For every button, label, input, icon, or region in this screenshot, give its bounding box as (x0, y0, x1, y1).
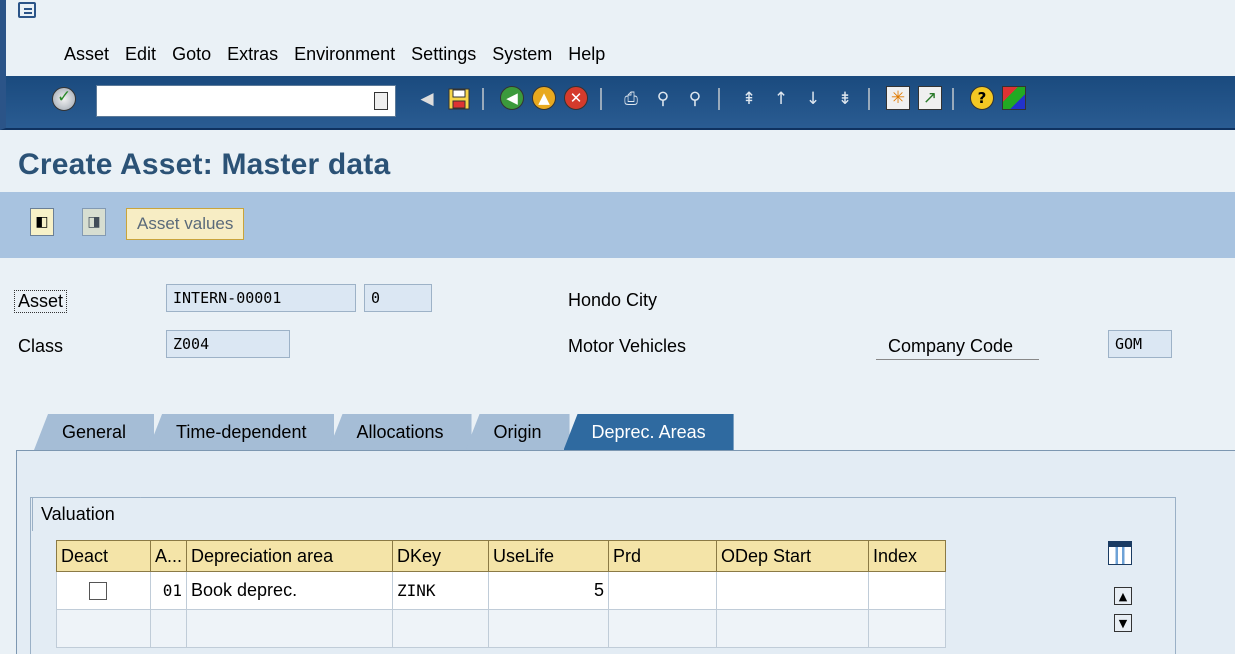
cancel-icon[interactable]: ✕ (564, 86, 588, 110)
company-code-field[interactable] (1108, 330, 1172, 358)
column-header-dkey[interactable]: DKey (392, 540, 488, 572)
menu-asset[interactable]: Asset (64, 44, 109, 65)
create-session-icon[interactable]: ✳ (886, 86, 910, 110)
table-row (56, 610, 946, 648)
command-field[interactable] (96, 85, 396, 117)
find-next-icon[interactable]: ⚲ (682, 86, 708, 112)
empty-cell (56, 610, 150, 648)
class-field[interactable] (166, 330, 290, 358)
deact-checkbox[interactable] (89, 581, 107, 600)
area-cell: 01 (150, 572, 186, 610)
column-configuration-icon[interactable] (1108, 541, 1132, 565)
exit-icon[interactable]: ▲ (532, 86, 556, 110)
toolbar-separator (718, 88, 720, 110)
company-code-label: Company Code (876, 336, 1040, 360)
help-icon[interactable]: ? (970, 86, 994, 110)
column-header-prd[interactable]: Prd (608, 540, 716, 572)
prd-cell[interactable] (608, 572, 716, 610)
asset-number-field[interactable] (166, 284, 356, 312)
column-header-index[interactable]: Index (868, 540, 946, 572)
scroll-down-icon[interactable]: ▼ (1114, 614, 1132, 632)
menu-settings[interactable]: Settings (411, 44, 476, 65)
shortcut-icon[interactable]: ↗ (918, 86, 942, 110)
previous-screen-icon[interactable]: ◧ (30, 208, 54, 236)
asset-description: Hondo City (568, 290, 658, 310)
uselife-cell[interactable]: 5 (488, 572, 608, 610)
toolbar-separator (952, 88, 954, 110)
empty-cell (608, 610, 716, 648)
tab-general[interactable]: General (34, 414, 155, 450)
column-header-odep-start[interactable]: ODep Start (716, 540, 868, 572)
column-header-uselife[interactable]: UseLife (488, 540, 608, 572)
customize-layout-icon[interactable] (1002, 86, 1026, 110)
empty-cell (186, 610, 392, 648)
table-header: Deact A... Depreciation area DKey UseLif… (56, 540, 946, 572)
dkey-cell[interactable]: ZINK (392, 572, 488, 610)
standard-toolbar: ◀ ◀ ▲ ✕ ⎙ ⚲ ⚲ ⇞ ↑ ↓ ⇟ ✳ ↗ ? (0, 76, 1235, 130)
menu-help[interactable]: Help (568, 44, 605, 65)
odep-start-cell[interactable] (716, 572, 868, 610)
asset-label: Asset (14, 290, 68, 313)
tab-deprec-areas[interactable]: Deprec. Areas (563, 414, 734, 450)
deact-cell (56, 572, 150, 610)
tab-time-dependent[interactable]: Time-dependent (148, 414, 335, 450)
tab-strip: General Time-dependent Allocations Origi… (34, 414, 734, 450)
last-page-icon[interactable]: ⇟ (832, 86, 858, 112)
empty-cell (488, 610, 608, 648)
class-description: Motor Vehicles (568, 336, 687, 356)
find-icon[interactable]: ⚲ (650, 86, 676, 112)
empty-cell (150, 610, 186, 648)
menu-items: Asset Edit Goto Extras Environment Setti… (64, 44, 621, 65)
tab-origin[interactable]: Origin (465, 414, 570, 450)
menu-edit[interactable]: Edit (125, 44, 156, 65)
sub-number-field[interactable] (364, 284, 432, 312)
tab-allocations[interactable]: Allocations (328, 414, 472, 450)
depreciation-area-cell: Book deprec. (186, 572, 392, 610)
first-page-icon[interactable]: ⇞ (736, 86, 762, 112)
column-header-area[interactable]: A... (150, 540, 186, 572)
toolbar-separator (600, 88, 602, 110)
class-label: Class (18, 336, 64, 356)
next-page-icon[interactable]: ↓ (800, 86, 826, 112)
dropdown-icon[interactable] (374, 92, 388, 110)
empty-cell (716, 610, 868, 648)
toolbar-separator (868, 88, 870, 110)
menu-bar: Asset Edit Goto Extras Environment Setti… (0, 0, 1235, 76)
back-icon[interactable]: ◀ (500, 86, 524, 110)
empty-cell (868, 610, 946, 648)
table-row: 01 Book deprec. ZINK 5 (56, 572, 946, 610)
title-area: Create Asset: Master data (0, 130, 1235, 192)
scroll-up-icon[interactable]: ▲ (1114, 587, 1132, 605)
back-arrow-icon[interactable]: ◀ (414, 86, 440, 112)
page-title: Create Asset: Master data (18, 148, 391, 181)
column-header-depreciation-area[interactable]: Depreciation area (186, 540, 392, 572)
next-screen-icon[interactable]: ◨ (82, 208, 106, 236)
valuation-group-title: Valuation (32, 497, 141, 531)
menu-goto[interactable]: Goto (172, 44, 211, 65)
index-cell[interactable] (868, 572, 946, 610)
save-icon[interactable] (446, 86, 472, 112)
system-menu-icon[interactable] (18, 2, 36, 18)
column-header-deact[interactable]: Deact (56, 540, 150, 572)
print-icon[interactable]: ⎙ (618, 86, 644, 112)
enter-icon[interactable] (52, 87, 76, 111)
application-toolbar: ◧ ◨ Asset values (0, 192, 1235, 258)
menu-environment[interactable]: Environment (294, 44, 395, 65)
toolbar-separator (482, 88, 484, 110)
previous-page-icon[interactable]: ↑ (768, 86, 794, 112)
menu-system[interactable]: System (492, 44, 552, 65)
menu-extras[interactable]: Extras (227, 44, 278, 65)
empty-cell (392, 610, 488, 648)
asset-values-button[interactable]: Asset values (126, 208, 245, 240)
